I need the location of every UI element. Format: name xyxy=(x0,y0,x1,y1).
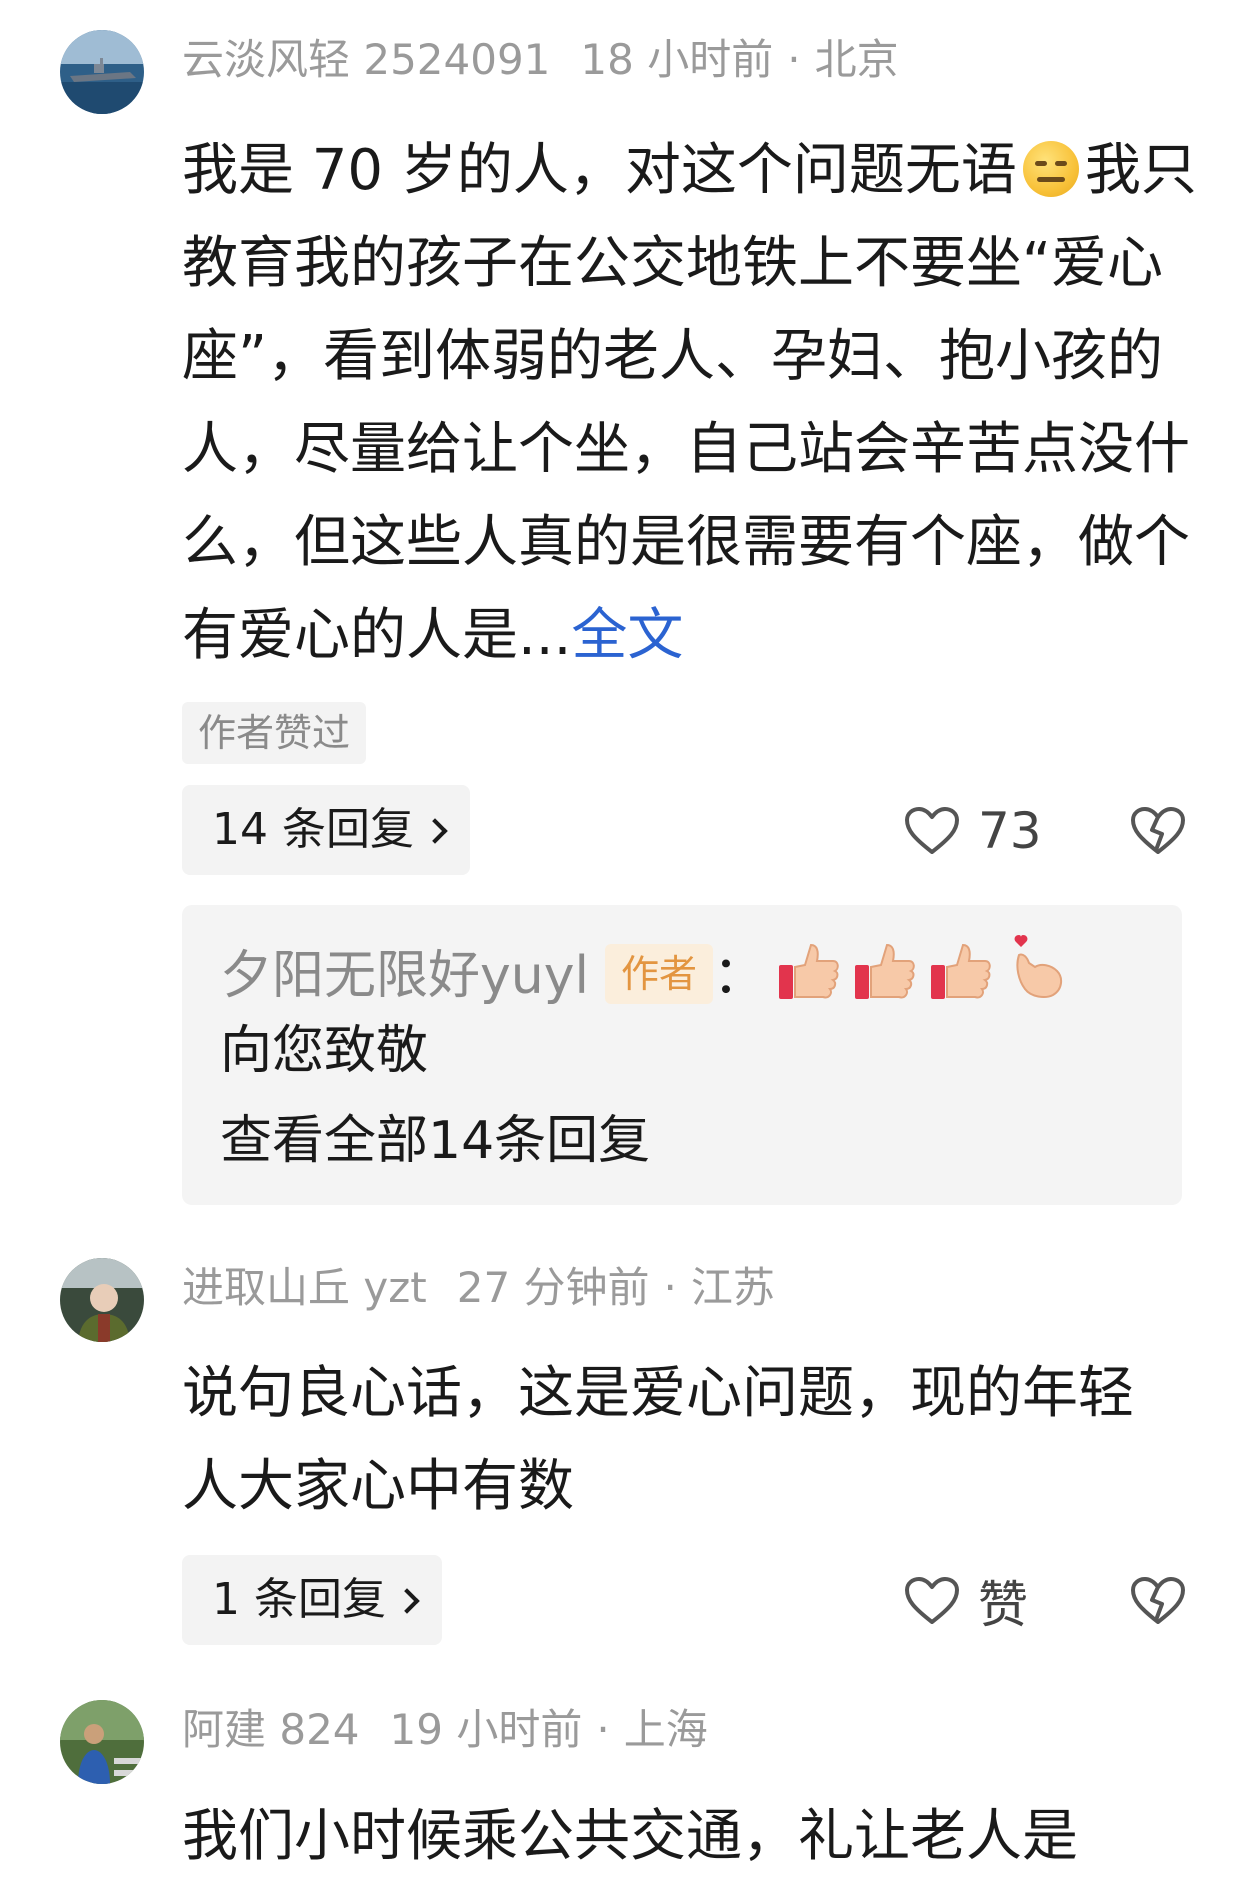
neutral-face-icon xyxy=(1022,141,1079,197)
dislike-button[interactable] xyxy=(1130,1566,1186,1636)
timestamp: 27 分钟前 xyxy=(456,1263,650,1312)
dislike-button[interactable] xyxy=(1130,796,1186,866)
expand-full-text-link[interactable]: 全文 xyxy=(571,603,683,668)
comment-text[interactable]: 我是 70 岁的人，对这个问题无语 我只教育我的孩子在公交地铁上不要坐“爱心座”，… xyxy=(182,124,1202,682)
author-liked-badge: 作者赞过 xyxy=(182,702,367,764)
reply-text: 向您致敬 xyxy=(220,1021,429,1081)
reply-header: 夕阳无限好yuyl 作者： xyxy=(220,933,1069,1012)
like-button[interactable]: 73 xyxy=(904,796,1042,866)
view-all-replies-link[interactable]: 查看全部14条回复 xyxy=(220,1105,650,1177)
thumbs-up-icon xyxy=(778,943,839,999)
comment-meta: 阿建 824 19 小时前 · 上海 xyxy=(182,1702,708,1758)
reply-author[interactable]: 夕阳无限好yuyl xyxy=(220,946,589,1006)
username[interactable]: 进取山丘 yzt xyxy=(182,1263,427,1312)
broken-heart-icon xyxy=(1131,1577,1185,1624)
meta-separator: · xyxy=(663,1263,677,1312)
location: 上海 xyxy=(623,1705,708,1754)
location: 北京 xyxy=(814,35,899,84)
avatar[interactable] xyxy=(60,30,144,114)
author-tag: 作者 xyxy=(604,944,713,1004)
timestamp: 18 小时前 xyxy=(580,35,774,84)
username[interactable]: 云淡风轻 2524091 xyxy=(182,35,550,84)
thumbs-up-icon xyxy=(930,943,991,999)
heart-icon xyxy=(905,1577,959,1624)
location: 江苏 xyxy=(690,1263,775,1312)
meta-separator: · xyxy=(596,1705,610,1754)
top-reply-box[interactable]: 夕阳无限好yuyl 作者： 向您致敬 查看全部14条回复 xyxy=(182,905,1182,1205)
view-replies-button[interactable]: 14 条回复 xyxy=(182,785,470,875)
heart-icon xyxy=(905,807,959,854)
meta-separator: · xyxy=(787,35,801,84)
username[interactable]: 阿建 824 xyxy=(182,1705,360,1754)
like-count: 73 xyxy=(978,802,1042,860)
chevron-right-icon xyxy=(422,818,448,844)
comment-text[interactable]: 说句良心话，这是爱心问题，现的年轻人大家心中有数 xyxy=(182,1347,1162,1533)
timestamp: 19 小时前 xyxy=(389,1705,583,1754)
thumbs-up-icon xyxy=(854,943,915,999)
broken-heart-icon xyxy=(1131,807,1185,854)
reply-colon: ： xyxy=(712,946,765,1006)
view-replies-button[interactable]: 1 条回复 xyxy=(182,1555,442,1645)
comment-meta: 进取山丘 yzt 27 分钟前 · 江苏 xyxy=(182,1260,775,1316)
like-label: 赞 xyxy=(978,1576,1028,1634)
avatar[interactable] xyxy=(60,1700,144,1784)
like-button[interactable]: 赞 xyxy=(904,1566,1028,1636)
comment-text[interactable]: 我们小时候乘公共交通，礼让老人是 xyxy=(182,1790,1202,1883)
comment-meta: 云淡风轻 2524091 18 小时前 · 北京 xyxy=(182,32,899,88)
finger-heart-icon xyxy=(1014,935,1062,998)
chevron-right-icon xyxy=(394,1588,420,1614)
avatar[interactable] xyxy=(60,1258,144,1342)
